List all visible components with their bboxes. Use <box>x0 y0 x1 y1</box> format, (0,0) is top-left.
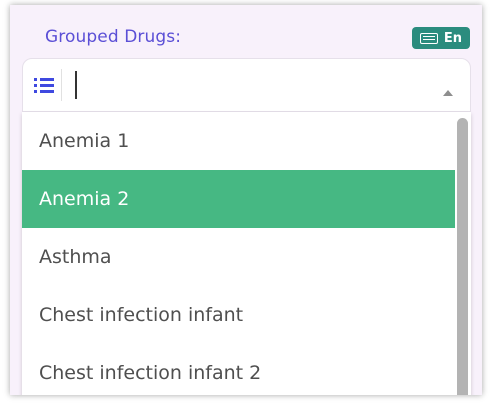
dropdown-option[interactable]: Asthma <box>22 228 455 286</box>
options-container: Anemia 1 Anemia 2 Asthma Chest infection… <box>22 112 455 395</box>
icon-divider <box>61 69 62 101</box>
list-icon[interactable] <box>31 73 57 97</box>
dropdown-option[interactable]: Anemia 1 <box>22 112 455 170</box>
field-label: Grouped Drugs: <box>45 27 182 47</box>
dropdown-option[interactable]: Chest infection infant <box>22 286 455 344</box>
search-input[interactable] <box>75 71 277 99</box>
language-label: En <box>443 30 463 46</box>
dropdown-option[interactable]: Chest infection infant 2 <box>22 344 455 395</box>
caret-up-icon[interactable] <box>443 90 453 96</box>
dropdown-list: Anemia 1 Anemia 2 Asthma Chest infection… <box>22 112 471 395</box>
scrollbar[interactable] <box>455 112 471 395</box>
grouped-drugs-panel: Grouped Drugs: En Anemia 1 Anemia 2 Asth… <box>10 5 482 395</box>
keyboard-icon <box>419 32 438 44</box>
grouped-drugs-select[interactable] <box>22 58 471 112</box>
dropdown-option[interactable]: Anemia 2 <box>22 170 455 228</box>
language-toggle-button[interactable]: En <box>412 27 470 49</box>
scrollbar-thumb[interactable] <box>457 118 468 395</box>
